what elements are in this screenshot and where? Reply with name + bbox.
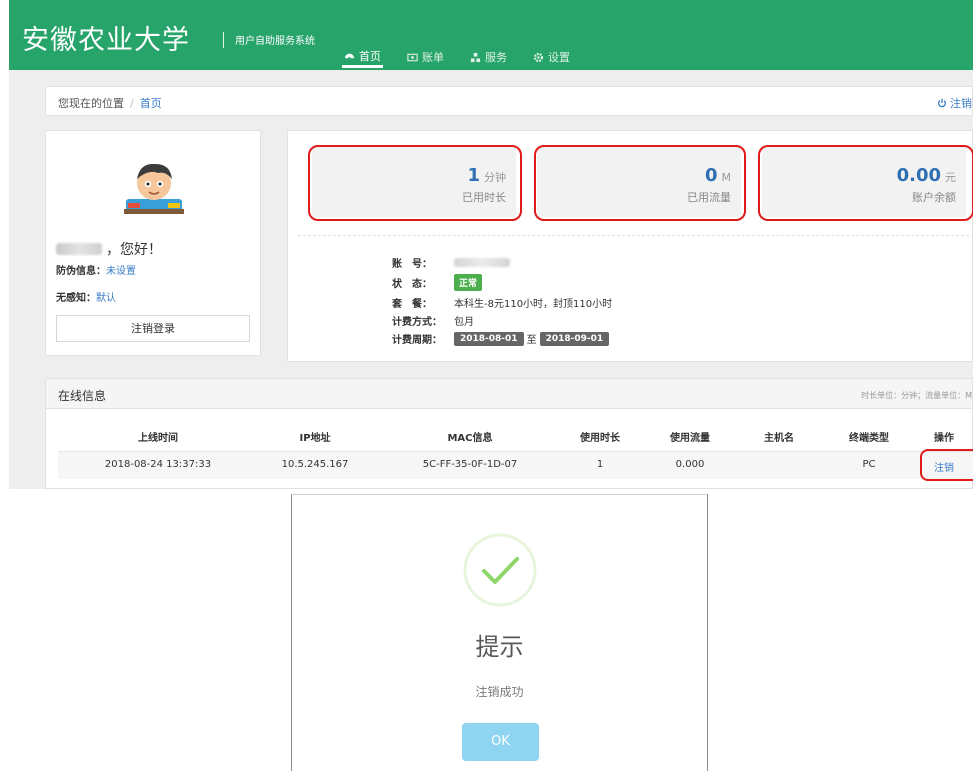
col-action: 操作 (934, 433, 954, 444)
period-end: 2018-09-01 (539, 331, 610, 346)
logout-button[interactable]: 注销登录 (56, 315, 250, 342)
nav-home[interactable]: 首页 (342, 46, 383, 68)
top-logout-link[interactable]: 注销 (937, 95, 972, 111)
gear-icon (533, 52, 544, 62)
header-divider (223, 32, 224, 48)
status-badge: 正常 (454, 274, 483, 291)
anti-fraud-label: 防伪信息： (56, 266, 106, 277)
plan-value: 本科生-8元110小时，封顶110小时 (454, 299, 613, 310)
col-login-time: 上线时间 (138, 433, 178, 444)
nav-settings-label: 设置 (548, 51, 570, 64)
dialog-title: 提示 (475, 633, 524, 661)
seamless-label: 无感知： (56, 293, 96, 304)
service-icon (470, 52, 481, 62)
annotation-ring-action (920, 449, 973, 481)
top-header: 安徽农业大学 用户自助服务系统 首页 账单 服务 设置 (9, 0, 973, 70)
status-row: 状 态： 正常 (392, 274, 483, 291)
avatar (124, 163, 184, 214)
billing-row: 计费方式： 包月 (392, 313, 474, 328)
greeting-text: ，您好！ (106, 242, 162, 258)
divider (298, 235, 973, 236)
seamless-link[interactable]: 默认 (96, 293, 116, 304)
account-label: 账 号： (392, 259, 432, 270)
online-title: 在线信息 (58, 389, 107, 403)
system-subtitle: 用户自助服务系统 (235, 36, 315, 47)
nav-service-label: 服务 (485, 51, 507, 64)
online-header: 在线信息 时长单位：分钟；流量单位：M (46, 379, 972, 409)
col-terminal: 终端类型 (849, 433, 889, 444)
success-check-icon (463, 533, 537, 607)
breadcrumb-home-link[interactable]: 首页 (140, 97, 162, 110)
annotation-ring-balance (758, 145, 973, 221)
col-duration: 使用时长 (580, 433, 620, 444)
top-logout-label: 注销 (950, 97, 972, 110)
period-row: 计费周期： 2018-08-01 至 2018-09-01 (392, 331, 610, 346)
period-label: 计费周期： (392, 335, 442, 346)
success-dialog: 提示 注销成功 OK (291, 494, 708, 771)
anti-fraud-link[interactable]: 未设置 (106, 266, 136, 277)
cell-traffic: 0.000 (675, 459, 705, 470)
nav-bill[interactable]: 账单 (405, 46, 446, 68)
breadcrumb-prefix: 您现在的位置 (58, 97, 124, 110)
plan-row: 套 餐： 本科生-8元110小时，封顶110小时 (392, 295, 612, 310)
online-unit-note: 时长单位：分钟；流量单位：M (861, 391, 972, 400)
cell-ip: 10.5.245.167 (281, 459, 349, 470)
online-info-panel: 在线信息 时长单位：分钟；流量单位：M 上线时间 IP地址 MAC信息 使用时长… (45, 378, 973, 489)
plan-label: 套 餐： (392, 299, 432, 310)
billing-value: 包月 (454, 317, 474, 328)
power-icon (938, 98, 946, 108)
col-mac: MAC信息 (447, 433, 493, 444)
annotation-ring-duration (308, 145, 522, 221)
breadcrumb-path: 您现在的位置 / 首页 (58, 95, 162, 111)
cell-mac: 5C-FF-35-0F-1D-07 (422, 459, 518, 470)
blurred-account (454, 258, 510, 267)
nav-settings[interactable]: 设置 (531, 46, 572, 68)
seamless-row: 无感知：默认 (56, 289, 116, 304)
nav-bill-label: 账单 (422, 51, 444, 64)
ok-button[interactable]: OK (462, 723, 539, 761)
dialog-message: 注销成功 (475, 685, 524, 699)
nav-service[interactable]: 服务 (468, 46, 509, 68)
period-to: 至 (526, 335, 537, 346)
breadcrumb-separator: / (130, 97, 134, 110)
cell-login-time: 2018-08-24 13:37:33 (104, 459, 212, 470)
main-nav: 首页 账单 服务 设置 (342, 46, 572, 70)
blurred-username (56, 243, 102, 255)
cell-terminal: PC (862, 459, 876, 470)
greeting: ，您好！ (56, 239, 162, 259)
col-traffic: 使用流量 (670, 433, 710, 444)
portal-screenshot: 安徽农业大学 用户自助服务系统 首页 账单 服务 设置 您现在的位置 / 首页 (9, 0, 973, 489)
profile-card: ，您好！ 防伪信息：未设置 无感知：默认 注销登录 (45, 130, 261, 356)
account-row: 账 号： (392, 255, 510, 270)
period-start: 2018-08-01 (454, 331, 524, 346)
cell-duration: 1 (596, 459, 604, 470)
col-ip: IP地址 (299, 433, 331, 444)
stats-card: 1 分钟 已用时长 0M 已用流量 0.00 元 账户余额 账 号： 状 态： 正常… (287, 130, 973, 362)
nav-home-label: 首页 (359, 49, 381, 63)
status-label: 状 态： (392, 279, 432, 290)
anti-fraud-row: 防伪信息：未设置 (56, 262, 136, 277)
billing-label: 计费方式： (392, 317, 442, 328)
breadcrumb: 您现在的位置 / 首页 注销 (45, 86, 973, 116)
bill-icon (407, 53, 418, 61)
university-name: 安徽农业大学 (22, 25, 190, 56)
dashboard-icon (344, 53, 355, 60)
col-host: 主机名 (764, 433, 794, 444)
annotation-ring-traffic (534, 145, 746, 221)
